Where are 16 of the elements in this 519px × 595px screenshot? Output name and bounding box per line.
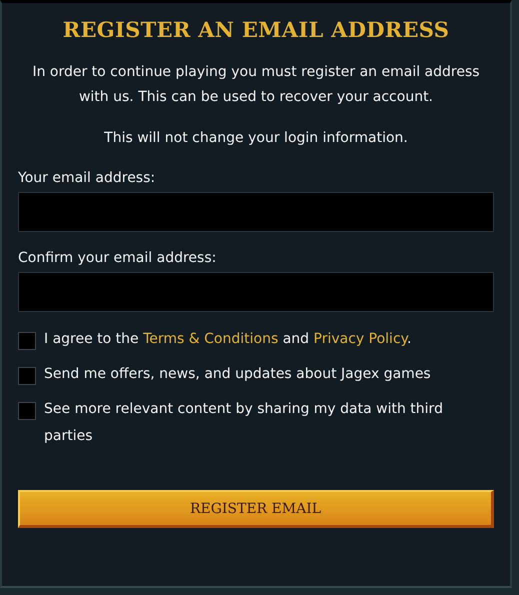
checkbox-label: See more relevant content by sharing my data with third parties — [44, 400, 444, 446]
field-label: Confirm your email address: — [18, 250, 216, 266]
register-button[interactable]: REGISTER EMAIL — [18, 490, 494, 528]
intro-text: In order to continue playing you must register an email address with us. This can be used to recover your account. — [31, 63, 481, 107]
checkbox[interactable] — [18, 332, 36, 350]
checkbox-label: I agree to the Terms & Conditions and Privacy Policy. — [44, 330, 412, 349]
email-input[interactable] — [18, 192, 494, 232]
note-text: This will not change your login information. — [103, 130, 409, 146]
checkbox[interactable] — [18, 402, 36, 420]
email-input[interactable] — [18, 272, 494, 312]
checkbox[interactable] — [18, 367, 36, 385]
dialog-title: REGISTER AN EMAIL ADDRESS — [62, 17, 450, 42]
checkbox-label: Send me offers, news, and updates about Jagex games — [44, 365, 431, 384]
field-label: Your email address: — [18, 170, 156, 186]
link[interactable]: Privacy Policy — [314, 331, 407, 347]
link[interactable]: Terms & Conditions — [143, 331, 278, 347]
